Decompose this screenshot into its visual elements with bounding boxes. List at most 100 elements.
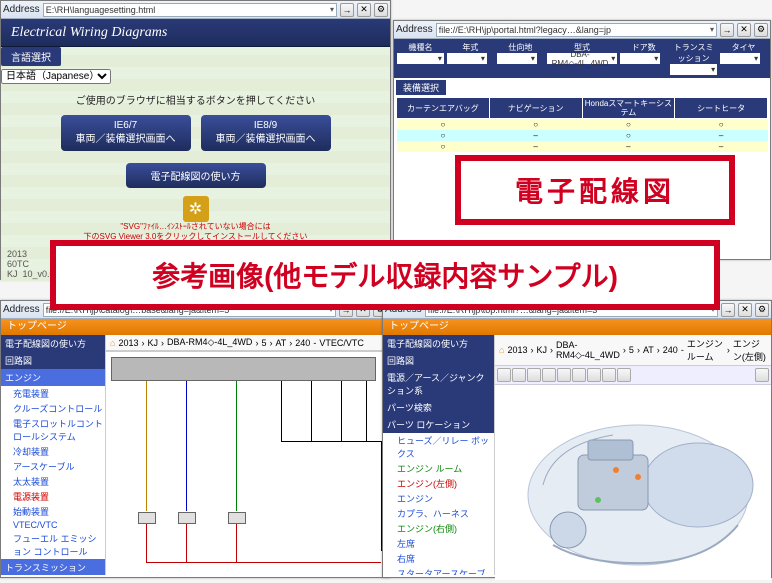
home-icon[interactable]: ⌂ <box>110 338 115 348</box>
wire <box>236 524 237 562</box>
nav-item[interactable]: VTEC/VTC <box>1 519 105 531</box>
nav-item[interactable]: 電子スロットルコントロールシステム <box>1 416 105 444</box>
svg-viewer-icon[interactable]: ✲ <box>183 196 209 222</box>
eq-col-seatheat: シートヒータ <box>675 98 768 119</box>
window-language-setting: Address E:\RH\languagesetting.html ▾ → ✕… <box>0 0 391 280</box>
nav-item[interactable]: エンジン ルーム <box>383 461 494 476</box>
tools-icon[interactable]: ✕ <box>737 23 751 37</box>
connector <box>138 512 156 524</box>
nav-section-parts-search[interactable]: パーツ検索 <box>383 399 494 416</box>
wiring-canvas[interactable] <box>106 351 389 566</box>
address-input[interactable]: E:\RH\languagesetting.html ▾ <box>43 3 337 17</box>
nav-item[interactable]: 右席 <box>383 551 494 566</box>
nav-section-power[interactable]: 電源／アース／ジャンクション系 <box>383 369 494 399</box>
filter-trans-select[interactable]: ▾ <box>670 64 717 75</box>
wire <box>281 441 381 442</box>
table-row[interactable]: ○–○– <box>397 130 768 141</box>
connector <box>228 512 246 524</box>
nav-item-current[interactable]: エンジン(左側) <box>383 476 494 491</box>
nav-section-circuit[interactable]: 回路図 <box>383 352 494 369</box>
nav-item[interactable]: エンジン(右側) <box>383 521 494 536</box>
gear-icon[interactable]: ⚙ <box>755 303 769 317</box>
nav-section-parts-loc[interactable]: パーツ ロケーション <box>383 416 494 433</box>
nav-item[interactable]: アースケーブル <box>1 459 105 474</box>
view-tool-button[interactable] <box>755 368 769 382</box>
filter-year: 年式 ▾ <box>446 41 495 76</box>
filter-trans: トランスミッション ▾ <box>669 41 718 76</box>
overlay-title: 電子配線図 <box>515 170 675 210</box>
view-tool-button[interactable] <box>557 368 571 382</box>
view-tool-button[interactable] <box>497 368 511 382</box>
nav-item[interactable]: 始動装置 <box>1 504 105 519</box>
address-label: Address <box>3 4 40 15</box>
view-tool-button[interactable] <box>512 368 526 382</box>
nav-item[interactable]: 左席 <box>383 536 494 551</box>
engine-3d-svg <box>495 385 771 580</box>
chevron-down-icon: ▾ <box>330 4 334 16</box>
address-input[interactable]: file://E:\RH\jp\portal.html?legacy…&lang… <box>436 23 717 37</box>
nav-item[interactable]: 充電装置 <box>1 386 105 401</box>
usage-button[interactable]: 電子配線図の使い方 <box>126 163 266 188</box>
go-button[interactable]: → <box>721 303 735 317</box>
view-tool-button[interactable] <box>527 368 541 382</box>
filter-tire-select[interactable]: ▾ <box>720 53 760 64</box>
eq-col-navi: ナビゲーション <box>489 98 582 119</box>
download-note-1: "SVG"ﾌｧｲﾙ…ｲﾝｽﾄｰﾙされていない場合には <box>1 222 390 232</box>
nav-item[interactable]: フューエル エミッション コントロール <box>1 531 105 559</box>
go-button[interactable]: → <box>340 3 354 17</box>
tools-icon[interactable]: ✕ <box>738 303 752 317</box>
nav-item[interactable]: カプラ、ハーネス <box>383 506 494 521</box>
ie67-button[interactable]: IE6/7 車両／装備選択画面へ <box>61 115 191 151</box>
overlay-banner-box: 参考画像(他モデル収録内容サンプル) <box>50 240 720 310</box>
nav-heading-engine[interactable]: エンジン <box>1 369 105 386</box>
nav-section-usage[interactable]: 電子配線図の使い方 <box>1 335 105 352</box>
filter-type: 型式 DBA-RM4◇-4L_4WD▾ <box>546 41 618 76</box>
filter-doors-select[interactable]: ▾ <box>620 53 660 64</box>
3d-viewport[interactable] <box>495 385 771 580</box>
ie89-button[interactable]: IE8/9 車両／装備選択画面へ <box>201 115 331 151</box>
eq-col-smartkey: Hondaスマートキーシステム <box>582 98 675 119</box>
lang-header: 言語選択 <box>1 47 61 66</box>
nav-section-usage[interactable]: 電子配線図の使い方 <box>383 335 494 352</box>
view-tool-button[interactable] <box>542 368 556 382</box>
filter-type-select[interactable]: DBA-RM4◇-4L_4WD▾ <box>547 53 617 64</box>
page-title: Electrical Wiring Diagrams <box>1 19 390 47</box>
gear-icon[interactable]: ⚙ <box>374 3 388 17</box>
filter-dest-select[interactable]: ▾ <box>497 53 537 64</box>
filter-year-select[interactable]: ▾ <box>447 53 487 64</box>
nav-item[interactable]: 冷却装置 <box>1 444 105 459</box>
nav-item-current[interactable]: 電源装置 <box>1 489 105 504</box>
nav-item[interactable]: 太太装置 <box>1 474 105 489</box>
window-wiring-diagram: Address file://E:\RH\jp\catalog\…base&la… <box>0 300 390 578</box>
nav-heading-trans[interactable]: トランスミッション <box>1 559 105 575</box>
nav-section-circuit[interactable]: 回路図 <box>1 352 105 369</box>
overlay-banner-text: 参考画像(他モデル収録内容サンプル) <box>152 255 618 295</box>
language-select[interactable]: 日本語（Japanese） <box>1 69 111 84</box>
nav-item[interactable]: スタータアースケーブル <box>383 566 494 575</box>
nav-item[interactable]: ヒューズ／リレー ボックス <box>383 433 494 461</box>
view-tool-button[interactable] <box>602 368 616 382</box>
side-nav: 電子配線図の使い方 回路図 電源／アース／ジャンクション系 パーツ検索 パーツ … <box>383 335 495 575</box>
filter-model-select[interactable]: ▾ <box>397 53 444 64</box>
view-tool-button[interactable] <box>587 368 601 382</box>
gear-icon[interactable]: ⚙ <box>754 23 768 37</box>
nav-item[interactable]: クルーズコントロール <box>1 401 105 416</box>
go-button[interactable]: → <box>720 23 734 37</box>
view-tool-button[interactable] <box>617 368 631 382</box>
view-tool-button[interactable] <box>572 368 586 382</box>
top-tab[interactable]: トップページ <box>1 319 389 335</box>
tools-icon[interactable]: ✕ <box>357 3 371 17</box>
wire <box>186 524 187 562</box>
address-bar: Address E:\RH\languagesetting.html ▾ → ✕… <box>1 1 390 19</box>
top-tab[interactable]: トップページ <box>383 319 771 335</box>
home-icon[interactable]: ⌂ <box>499 345 504 355</box>
breadcrumb: ⌂ 2013›KJ› DBA-RM4◇-4L_4WD›5› AT›240- VT… <box>106 335 389 351</box>
filter-dest: 仕向地 ▾ <box>496 41 545 76</box>
wire <box>236 381 237 511</box>
wire <box>146 524 147 562</box>
table-row[interactable]: ○––– <box>397 141 768 152</box>
table-row[interactable]: ○○○○ <box>397 119 768 131</box>
nav-item[interactable]: エンジン <box>383 491 494 506</box>
wire <box>366 381 367 441</box>
wire <box>146 562 381 563</box>
